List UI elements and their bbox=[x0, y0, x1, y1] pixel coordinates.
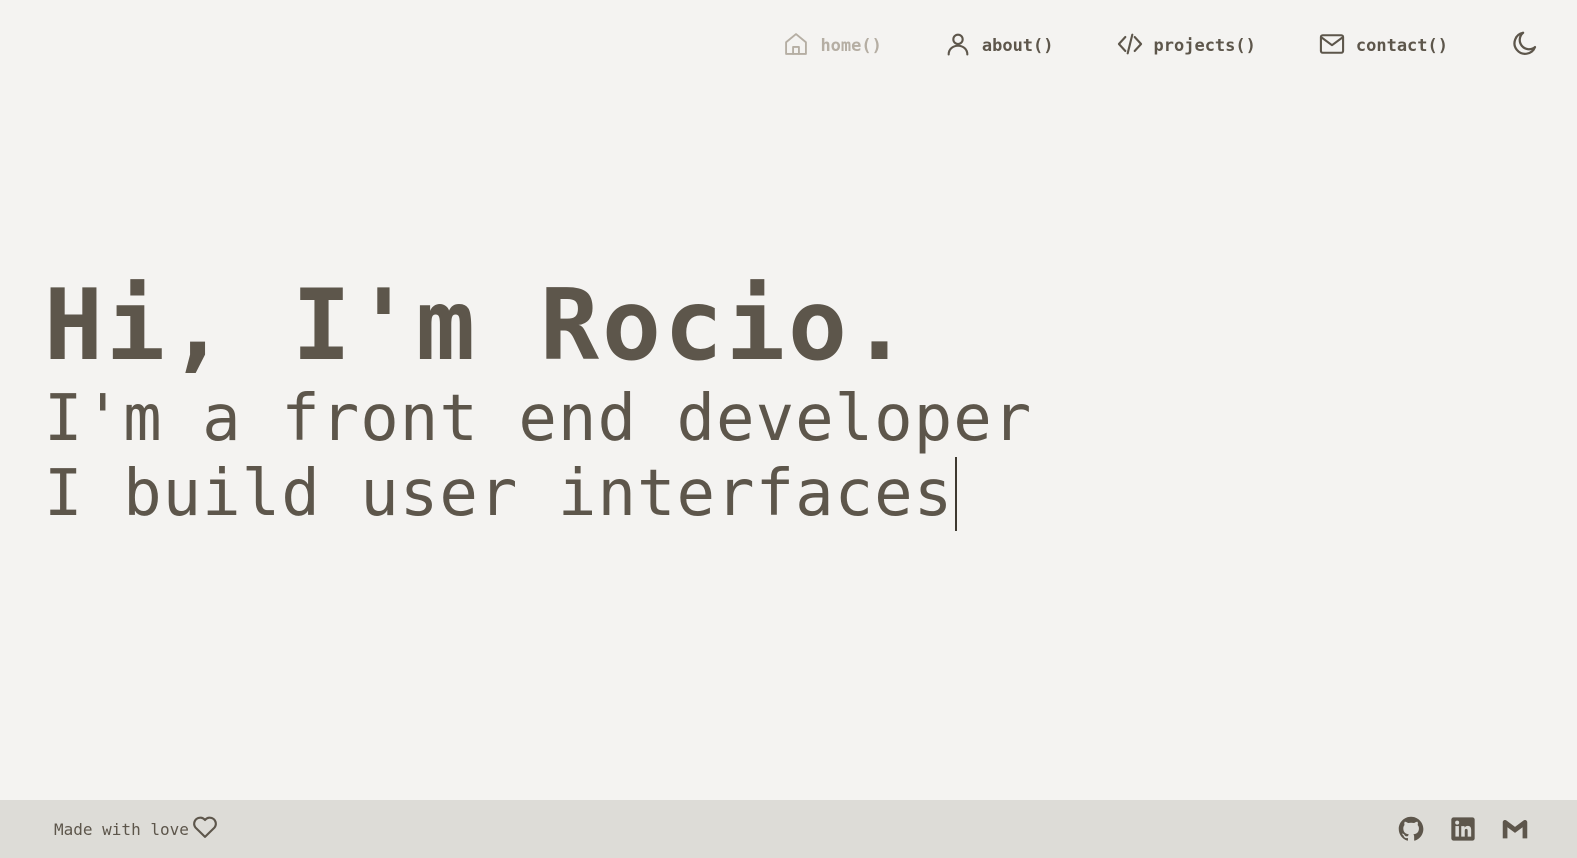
moon-icon bbox=[1510, 29, 1540, 63]
user-icon bbox=[944, 30, 972, 63]
nav-projects-label: projects() bbox=[1153, 36, 1256, 56]
heart-icon bbox=[189, 813, 219, 845]
made-with-love-text: Made with love bbox=[54, 819, 189, 839]
home-icon bbox=[782, 30, 810, 63]
hero-title: Hi, I'm Rocio. bbox=[44, 269, 913, 383]
hero-tagline-2: I build user interfaces bbox=[44, 457, 1032, 532]
gmail-icon bbox=[1501, 815, 1529, 843]
main-nav: home() about() projects() contact() bbox=[782, 28, 1577, 64]
social-links bbox=[1397, 815, 1529, 843]
hero-tagline-1: I'm a front end developer bbox=[44, 382, 1033, 456]
nav-about-label: about() bbox=[981, 36, 1054, 56]
nav-projects[interactable]: projects() bbox=[1116, 30, 1256, 63]
footer: Made with love bbox=[0, 800, 1577, 858]
github-link[interactable] bbox=[1397, 815, 1425, 843]
mail-icon bbox=[1318, 30, 1346, 63]
hero-section: Hi, I'm Rocio. I'm a front end developer… bbox=[44, 270, 1032, 532]
nav-home[interactable]: home() bbox=[782, 30, 882, 63]
hero-tagline-2-text: I build user interfaces bbox=[44, 457, 954, 531]
linkedin-icon bbox=[1449, 815, 1477, 843]
typing-caret bbox=[955, 457, 958, 531]
theme-toggle-button[interactable] bbox=[1510, 31, 1540, 61]
nav-about[interactable]: about() bbox=[944, 30, 1054, 63]
nav-home-label: home() bbox=[820, 36, 882, 56]
linkedin-link[interactable] bbox=[1449, 815, 1477, 843]
github-icon bbox=[1397, 815, 1425, 843]
nav-contact[interactable]: contact() bbox=[1318, 30, 1448, 63]
gmail-link[interactable] bbox=[1501, 815, 1529, 843]
code-icon bbox=[1116, 30, 1144, 63]
footer-credit: Made with love bbox=[54, 813, 219, 845]
nav-contact-label: contact() bbox=[1355, 36, 1448, 56]
